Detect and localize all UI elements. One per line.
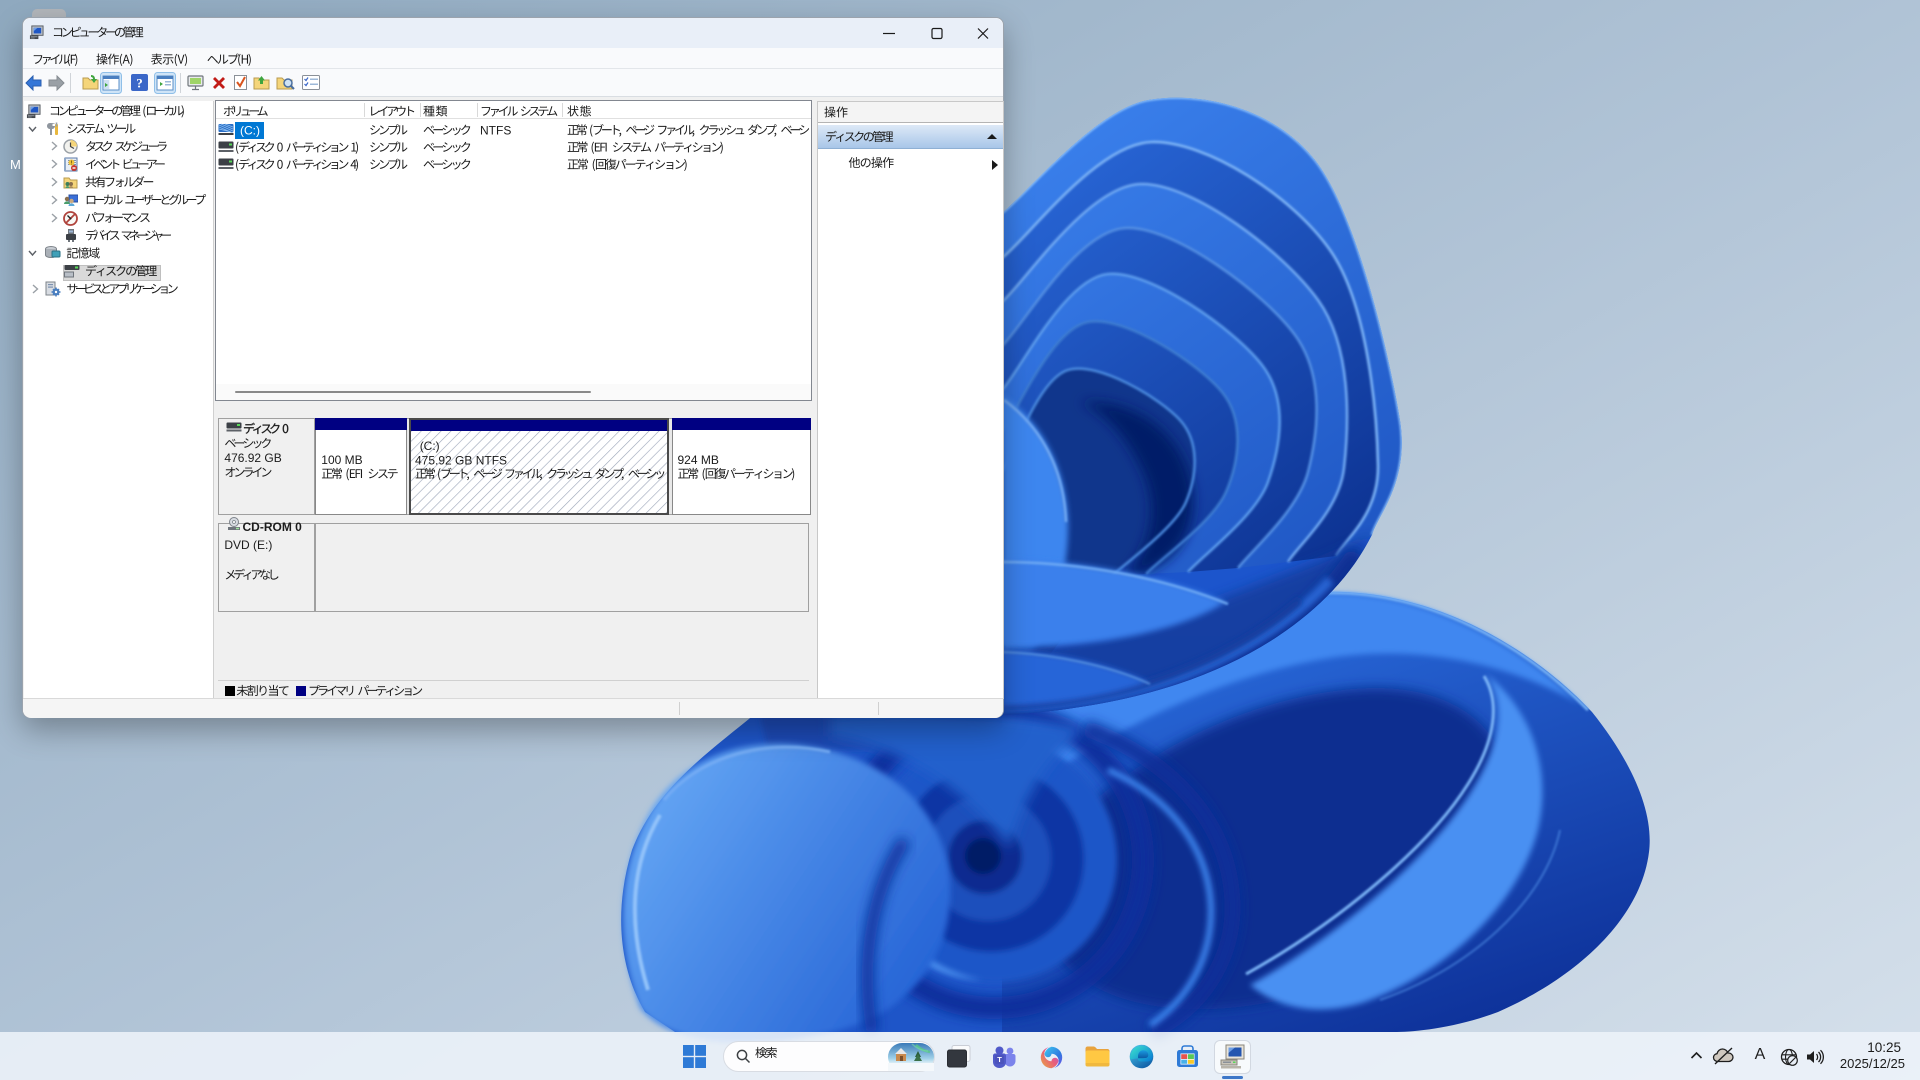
- svg-text:?: ?: [136, 76, 143, 91]
- svg-text:T: T: [997, 1055, 1002, 1064]
